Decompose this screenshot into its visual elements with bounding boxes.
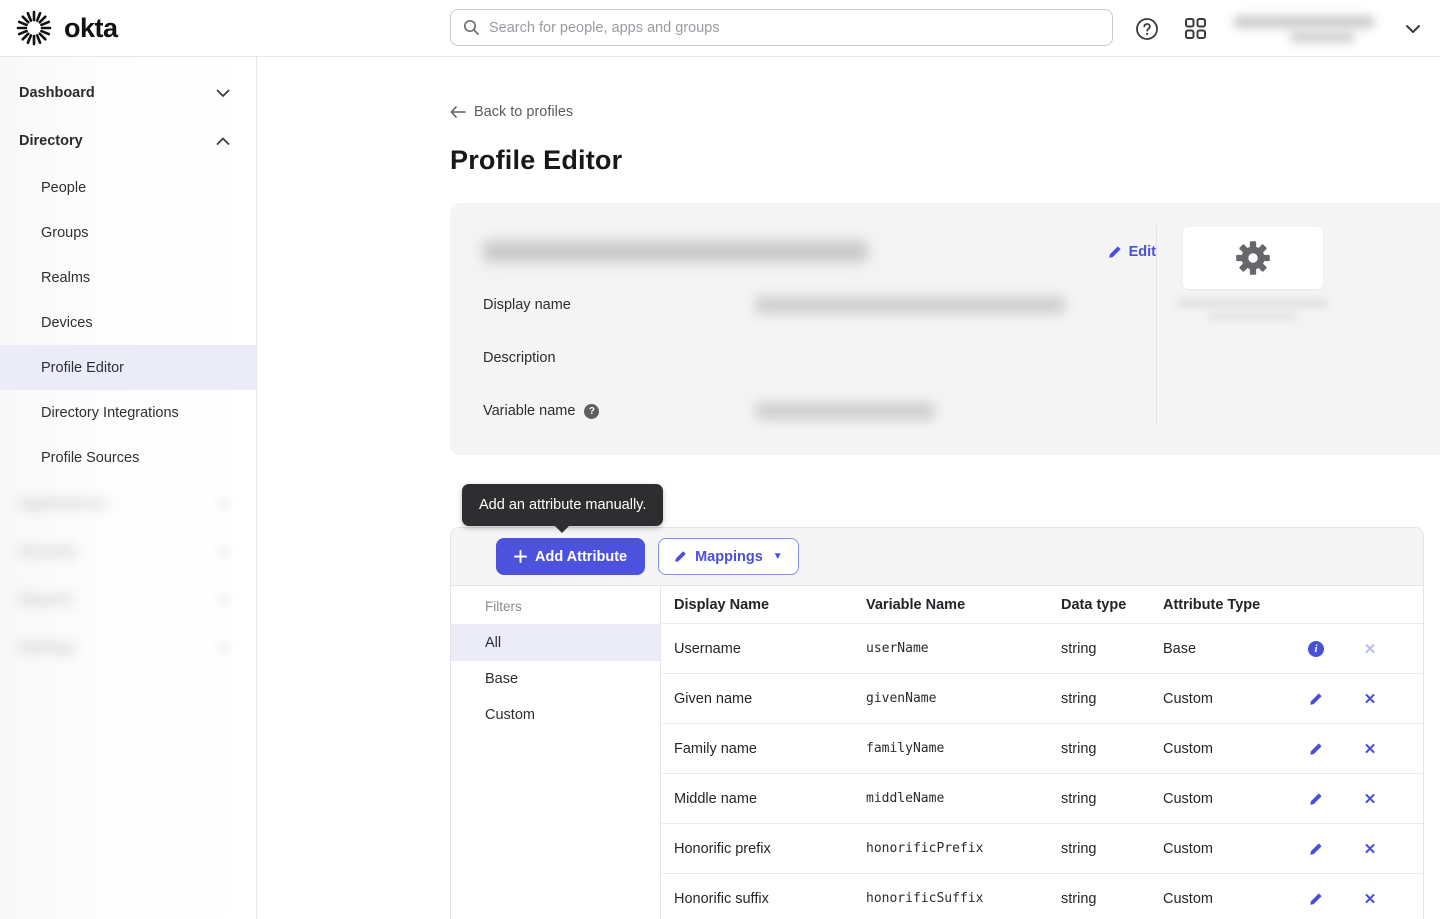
chevron-down-icon <box>216 548 230 557</box>
col-header-attribute-type: Attribute Type <box>1148 597 1268 613</box>
gear-icon <box>1232 237 1274 279</box>
global-search[interactable] <box>450 9 1113 46</box>
sidebar-item-profile-editor[interactable]: Profile Editor <box>0 345 256 390</box>
okta-starburst-icon <box>16 10 52 46</box>
profile-summary-card: Edit Display name Description Variable n… <box>450 203 1440 455</box>
topbar: okta <box>0 0 1440 57</box>
attributes-toolbar: Add Attribute Mappings ▼ <box>451 528 1423 586</box>
col-header-display-name: Display Name <box>661 597 853 613</box>
col-header-variable-name: Variable Name <box>853 597 1048 613</box>
help-icon[interactable] <box>1134 16 1160 42</box>
account-chevron-down-icon[interactable] <box>1400 16 1426 42</box>
user-account-name[interactable] <box>1230 16 1378 42</box>
sidebar-item-label: Dashboard <box>19 85 95 101</box>
directory-subnav: People Groups Realms Devices Profile Edi… <box>0 165 256 480</box>
profile-type-caption-redacted <box>1183 299 1323 320</box>
add-attribute-tooltip: Add an attribute manually. <box>462 484 663 526</box>
sidebar-item-label: Directory <box>19 133 83 149</box>
page-title: Profile Editor <box>450 145 1440 176</box>
search-icon <box>463 19 480 36</box>
sidebar-item-groups[interactable]: Groups <box>0 210 256 255</box>
table-row-given-name: Given name givenName string Custom ✕ <box>661 673 1423 723</box>
sidebar-item-redacted-3[interactable]: Reports <box>0 576 256 624</box>
profile-title-redacted <box>483 241 868 262</box>
edit-profile-button[interactable]: Edit <box>1108 244 1156 260</box>
sidebar-item-profile-sources[interactable]: Profile Sources <box>0 435 256 480</box>
sidebar-item-redacted-2[interactable]: Security <box>0 528 256 576</box>
info-icon[interactable]: i <box>1307 640 1325 658</box>
sidebar-item-directory[interactable]: Directory <box>0 117 256 165</box>
edit-attribute-pencil-icon[interactable] <box>1307 740 1325 758</box>
back-to-profiles-link[interactable]: Back to profiles <box>450 104 573 120</box>
filter-custom[interactable]: Custom <box>451 697 660 733</box>
chevron-down-icon <box>216 89 230 98</box>
table-header-row: Display Name Variable Name Data type Att… <box>661 586 1423 623</box>
plus-icon <box>514 550 527 563</box>
sidebar-item-dashboard[interactable]: Dashboard <box>0 69 256 117</box>
mappings-dropdown-button[interactable]: Mappings ▼ <box>658 538 799 575</box>
okta-logo[interactable]: okta <box>16 10 256 46</box>
sidebar-item-redacted-4[interactable]: Settings <box>0 624 256 672</box>
edit-attribute-pencil-icon[interactable] <box>1307 690 1325 708</box>
caret-down-icon: ▼ <box>773 551 783 562</box>
profile-type-thumbnail <box>1183 227 1323 289</box>
sidebar-item-devices[interactable]: Devices <box>0 300 256 345</box>
sidebar-item-realms[interactable]: Realms <box>0 255 256 300</box>
table-row-family-name: Family name familyName string Custom ✕ <box>661 723 1423 773</box>
variable-name-value-redacted <box>755 402 935 420</box>
main-content: Back to profiles Profile Editor Edit Dis… <box>257 57 1440 919</box>
table-row-honorific-prefix: Honorific prefix honorificPrefix string … <box>661 823 1423 873</box>
sidebar-item-directory-integrations[interactable]: Directory Integrations <box>0 390 256 435</box>
filters-panel: Filters All Base Custom <box>451 586 661 919</box>
table-row-middle-name: Middle name middleName string Custom ✕ <box>661 773 1423 823</box>
col-header-data-type: Data type <box>1048 597 1148 613</box>
search-input[interactable] <box>489 20 1100 36</box>
sidebar-item-redacted-1[interactable]: Applications <box>0 480 256 528</box>
help-icon[interactable]: ? <box>584 404 599 419</box>
edit-attribute-pencil-icon[interactable] <box>1307 840 1325 858</box>
variable-name-label: Variable name ? <box>483 403 755 419</box>
attributes-card: Add Attribute Mappings ▼ Filters All Bas… <box>450 527 1424 919</box>
display-name-value-redacted <box>755 296 1065 314</box>
table-row-honorific-suffix: Honorific suffix honorificSuffix string … <box>661 873 1423 919</box>
description-label: Description <box>483 350 755 366</box>
chevron-down-icon <box>216 644 230 653</box>
arrow-left-icon <box>450 106 466 118</box>
pencil-icon <box>674 550 687 563</box>
remove-attribute-icon-disabled: ✕ <box>1361 640 1379 658</box>
edit-attribute-pencil-icon[interactable] <box>1307 890 1325 908</box>
remove-attribute-icon[interactable]: ✕ <box>1361 790 1379 808</box>
table-row-username: Username userName string Base i ✕ <box>661 623 1423 673</box>
remove-attribute-icon[interactable]: ✕ <box>1361 690 1379 708</box>
profile-type-panel <box>1156 225 1440 425</box>
filters-heading: Filters <box>451 586 660 625</box>
remove-attribute-icon[interactable]: ✕ <box>1361 890 1379 908</box>
add-attribute-button[interactable]: Add Attribute <box>496 538 645 575</box>
attributes-table: Display Name Variable Name Data type Att… <box>661 586 1423 919</box>
chevron-up-icon <box>216 137 230 146</box>
sidebar: Dashboard Directory People Groups Realms… <box>0 57 257 919</box>
filter-all[interactable]: All <box>451 625 660 661</box>
edit-attribute-pencil-icon[interactable] <box>1307 790 1325 808</box>
display-name-label: Display name <box>483 297 755 313</box>
pencil-icon <box>1108 245 1122 259</box>
chevron-down-icon <box>216 500 230 509</box>
filter-base[interactable]: Base <box>451 661 660 697</box>
apps-grid-icon[interactable] <box>1182 16 1208 42</box>
sidebar-item-people[interactable]: People <box>0 165 256 210</box>
brand-wordmark: okta <box>64 13 118 44</box>
chevron-down-icon <box>216 596 230 605</box>
remove-attribute-icon[interactable]: ✕ <box>1361 740 1379 758</box>
remove-attribute-icon[interactable]: ✕ <box>1361 840 1379 858</box>
